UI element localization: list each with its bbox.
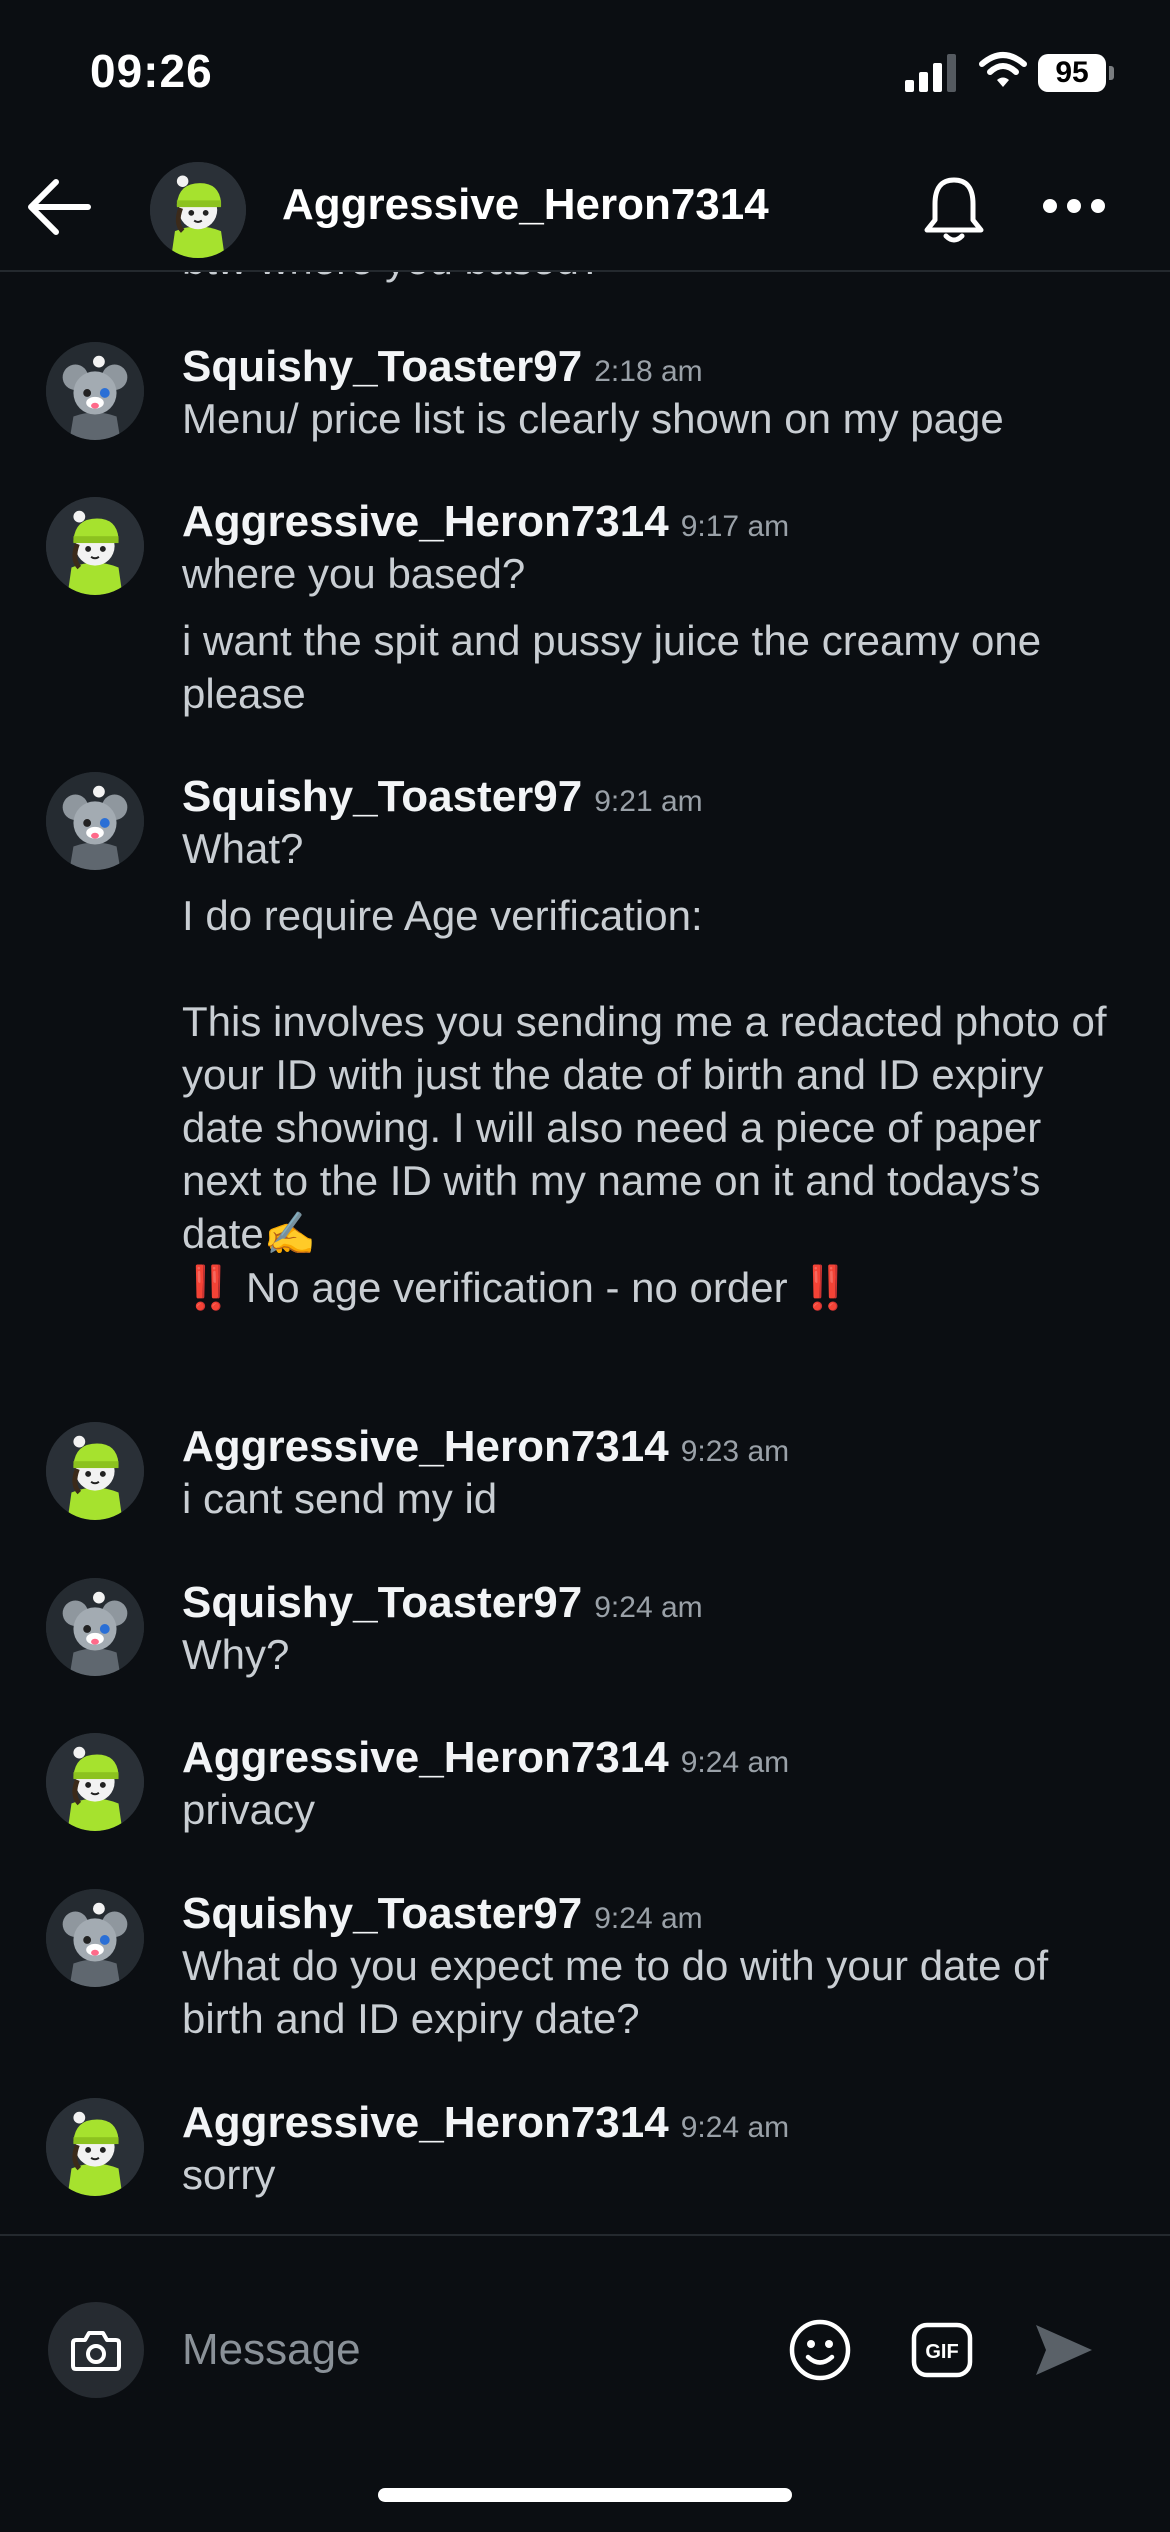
message-text: I do require Age verification: (182, 892, 703, 939)
avatar[interactable] (46, 342, 144, 440)
status-time: 09:26 (90, 45, 213, 97)
smiley-icon (789, 2319, 851, 2381)
user-avatar-icon (46, 2098, 144, 2196)
chat-screen: 09:26 95 Aggressive_Heron7314 Squishy_To… (0, 0, 1170, 2532)
message-meta: Squishy_Toaster97 9:21 am (182, 772, 703, 822)
message-username[interactable]: Squishy_Toaster97 (182, 1578, 582, 1627)
message-meta: Aggressive_Heron7314 9:23 am (182, 1422, 789, 1472)
notifications-button[interactable] (914, 170, 994, 250)
message-list[interactable]: btw where you based? Squishy_Toaster97 2:… (0, 272, 1170, 2234)
message-time: 9:24 am (594, 1591, 703, 1624)
send-button[interactable] (1026, 2314, 1102, 2386)
message-meta: Aggressive_Heron7314 9:17 am (182, 497, 789, 547)
message-text: i want the spit and pussy juice the crea… (182, 617, 1042, 717)
user-avatar-icon (46, 497, 144, 595)
message-username[interactable]: Squishy_Toaster97 (182, 772, 582, 821)
message-time: 2:18 am (594, 355, 703, 388)
status-bar: 09:26 95 (0, 0, 1170, 140)
back-button[interactable] (22, 170, 96, 244)
message-text-cutoff: btw where you based? (182, 272, 602, 284)
more-options-button[interactable] (1034, 176, 1114, 236)
battery-icon: 95 (1038, 54, 1114, 92)
message-input[interactable] (182, 2316, 742, 2384)
message-text: privacy (182, 1786, 316, 1833)
message-meta: Squishy_Toaster97 9:24 am (182, 1578, 703, 1628)
avatar[interactable] (46, 2098, 144, 2196)
message-username[interactable]: Squishy_Toaster97 (182, 1889, 582, 1938)
message-time: 9:24 am (594, 1902, 703, 1935)
double-exclamation-icon: ‼️ (799, 1264, 852, 1311)
user-avatar-icon (150, 162, 246, 258)
emoji-button[interactable] (786, 2316, 854, 2384)
user-avatar-icon (46, 1422, 144, 1520)
chat-title[interactable]: Aggressive_Heron7314 (282, 180, 769, 230)
double-exclamation-icon: ‼️ (182, 1264, 235, 1311)
user-avatar-icon (46, 1578, 144, 1676)
user-avatar-icon (46, 342, 144, 440)
message-meta: Aggressive_Heron7314 9:24 am (182, 1733, 789, 1783)
user-avatar-icon (46, 1733, 144, 1831)
message-username[interactable]: Aggressive_Heron7314 (182, 1422, 669, 1471)
message-time: 9:17 am (680, 510, 790, 543)
message-text: No age verification - no order (245, 1264, 788, 1311)
avatar[interactable] (46, 1733, 144, 1831)
user-avatar-icon (46, 1889, 144, 1987)
battery-cap (1109, 66, 1114, 80)
avatar[interactable] (46, 1889, 144, 1987)
battery-level: 95 (1038, 54, 1106, 92)
avatar[interactable] (46, 1422, 144, 1520)
wifi-icon (979, 52, 1027, 87)
message-username[interactable]: Aggressive_Heron7314 (182, 2098, 669, 2147)
gif-label: GIF (925, 2341, 958, 2363)
message-text: sorry (182, 2151, 276, 2198)
message-text: Menu/ price list is clearly shown on my … (182, 395, 1004, 442)
avatar[interactable] (150, 162, 246, 258)
chat-header: Aggressive_Heron7314 (0, 140, 1170, 272)
warning-line: ‼️ No age verification - no order ‼️ (182, 1261, 1112, 1314)
message-time: 9:24 am (680, 1746, 790, 1779)
cellular-signal-icon (905, 54, 956, 92)
avatar[interactable] (46, 497, 144, 595)
message-text: What? (182, 825, 304, 872)
arrow-left-icon (28, 179, 91, 235)
message-time: 9:21 am (594, 785, 703, 818)
gif-icon: GIF (911, 2322, 973, 2378)
camera-button[interactable] (48, 2302, 144, 2398)
send-icon (1036, 2325, 1092, 2375)
home-indicator[interactable] (378, 2488, 792, 2502)
message-username[interactable]: Aggressive_Heron7314 (182, 1733, 669, 1782)
message-username[interactable]: Aggressive_Heron7314 (182, 497, 669, 546)
more-horizontal-icon (1043, 199, 1105, 213)
message-meta: Squishy_Toaster97 2:18 am (182, 342, 703, 392)
message-time: 9:23 am (680, 1435, 790, 1468)
message-meta: Squishy_Toaster97 9:24 am (182, 1889, 703, 1939)
camera-icon (71, 2331, 121, 2371)
message-text: This involves you sending me a redacted … (182, 998, 1107, 1257)
message-text: What do you expect me to do with your da… (182, 1942, 1049, 2042)
user-avatar-icon (46, 772, 144, 870)
avatar[interactable] (46, 1578, 144, 1676)
bell-icon (924, 177, 984, 243)
gif-button[interactable]: GIF (908, 2316, 976, 2384)
message-username[interactable]: Squishy_Toaster97 (182, 342, 582, 391)
avatar[interactable] (46, 772, 144, 870)
message-meta: Aggressive_Heron7314 9:24 am (182, 2098, 789, 2148)
message-text: Why? (182, 1631, 290, 1678)
message-text: where you based? (182, 550, 526, 597)
message-text: i cant send my id (182, 1475, 498, 1522)
message-time: 9:24 am (680, 2111, 790, 2144)
